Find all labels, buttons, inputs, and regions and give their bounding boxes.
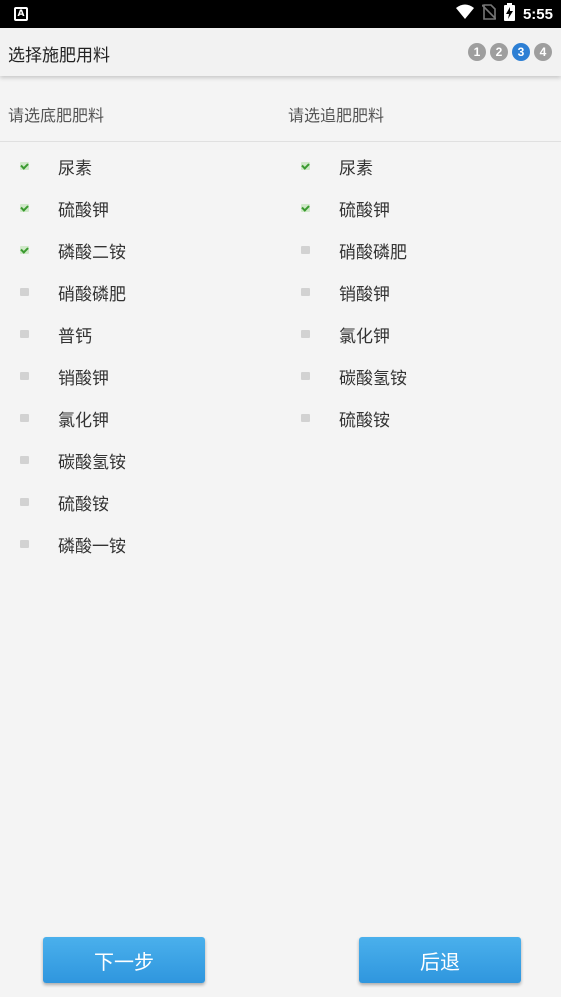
- checkbox-item[interactable]: 碳酸氢铵: [281, 355, 407, 397]
- step-4: 4: [534, 43, 552, 61]
- checkbox-item[interactable]: 尿素: [0, 145, 126, 187]
- base-fertilizer-header: 请选底肥肥料: [8, 106, 105, 125]
- notification-app-icon: A: [14, 7, 28, 21]
- checkbox-label: 硫酸铵: [58, 494, 109, 515]
- page-title: 选择施肥用料: [8, 46, 110, 66]
- checkbox-item[interactable]: 销酸钾: [281, 271, 407, 313]
- checkbox-item[interactable]: 硝酸磷肥: [281, 229, 407, 271]
- checkbox-unchecked-icon[interactable]: [20, 372, 29, 380]
- battery-charging-icon: [503, 3, 515, 25]
- checkbox-label: 碳酸氢铵: [58, 452, 126, 473]
- checkbox-checked-icon[interactable]: [301, 162, 310, 170]
- back-button[interactable]: 后退: [359, 937, 521, 983]
- checkbox-label: 硝酸磷肥: [339, 242, 407, 263]
- clock: 5:55: [522, 5, 553, 23]
- checkbox-item[interactable]: 磷酸二铵: [0, 229, 126, 271]
- no-sim-icon: [481, 4, 497, 24]
- checkbox-label: 销酸钾: [58, 368, 109, 389]
- checkbox-label: 硝酸磷肥: [58, 284, 126, 305]
- checkbox-checked-icon[interactable]: [301, 204, 310, 212]
- base-fertilizer-list: 尿素硫酸钾磷酸二铵硝酸磷肥普钙销酸钾氯化钾碳酸氢铵硫酸铵磷酸一铵: [0, 145, 126, 565]
- checkbox-label: 碳酸氢铵: [339, 368, 407, 389]
- checkbox-checked-icon[interactable]: [20, 246, 29, 254]
- checkbox-unchecked-icon[interactable]: [301, 372, 310, 380]
- checkbox-unchecked-icon[interactable]: [301, 414, 310, 422]
- step-3: 3: [512, 43, 530, 61]
- checkbox-item[interactable]: 氯化钾: [281, 313, 407, 355]
- checkbox-item[interactable]: 碳酸氢铵: [0, 439, 126, 481]
- top-fertilizer-list: 尿素硫酸钾硝酸磷肥销酸钾氯化钾碳酸氢铵硫酸铵: [281, 145, 407, 439]
- checkbox-label: 尿素: [339, 158, 373, 179]
- checkbox-label: 磷酸一铵: [58, 536, 126, 557]
- checkbox-label: 氯化钾: [339, 326, 390, 347]
- checkbox-item[interactable]: 硫酸钾: [281, 187, 407, 229]
- checkbox-unchecked-icon[interactable]: [20, 498, 29, 506]
- checkbox-unchecked-icon[interactable]: [20, 414, 29, 422]
- checkbox-checked-icon[interactable]: [20, 204, 29, 212]
- top-fertilizer-header: 请选追肥肥料: [288, 106, 385, 125]
- checkbox-checked-icon[interactable]: [20, 162, 29, 170]
- checkbox-label: 硫酸钾: [58, 200, 109, 221]
- checkbox-item[interactable]: 尿素: [281, 145, 407, 187]
- checkbox-unchecked-icon[interactable]: [301, 246, 310, 254]
- checkbox-item[interactable]: 硫酸铵: [0, 481, 126, 523]
- checkbox-label: 硫酸铵: [339, 410, 390, 431]
- checkbox-unchecked-icon[interactable]: [20, 330, 29, 338]
- checkbox-item[interactable]: 硫酸钾: [0, 187, 126, 229]
- checkbox-item[interactable]: 磷酸一铵: [0, 523, 126, 565]
- checkbox-label: 销酸钾: [339, 284, 390, 305]
- checkbox-item[interactable]: 普钙: [0, 313, 126, 355]
- checkbox-unchecked-icon[interactable]: [20, 540, 29, 548]
- checkbox-label: 尿素: [58, 158, 92, 179]
- checkbox-item[interactable]: 硝酸磷肥: [0, 271, 126, 313]
- checkbox-unchecked-icon[interactable]: [20, 288, 29, 296]
- app-bar: 选择施肥用料 1 2 3 4: [0, 28, 561, 76]
- status-bar: A 5:55: [0, 0, 561, 28]
- wifi-icon: [455, 4, 474, 24]
- checkbox-label: 硫酸钾: [339, 200, 390, 221]
- step-indicator: 1 2 3 4: [468, 43, 552, 61]
- checkbox-item[interactable]: 硫酸铵: [281, 397, 407, 439]
- divider: [0, 141, 561, 142]
- step-1: 1: [468, 43, 486, 61]
- checkbox-unchecked-icon[interactable]: [20, 456, 29, 464]
- checkbox-item[interactable]: 销酸钾: [0, 355, 126, 397]
- step-2: 2: [490, 43, 508, 61]
- checkbox-unchecked-icon[interactable]: [301, 288, 310, 296]
- checkbox-item[interactable]: 氯化钾: [0, 397, 126, 439]
- checkbox-unchecked-icon[interactable]: [301, 330, 310, 338]
- next-step-button[interactable]: 下一步: [43, 937, 205, 983]
- checkbox-label: 氯化钾: [58, 410, 109, 431]
- checkbox-label: 普钙: [58, 326, 92, 347]
- checkbox-label: 磷酸二铵: [58, 242, 126, 263]
